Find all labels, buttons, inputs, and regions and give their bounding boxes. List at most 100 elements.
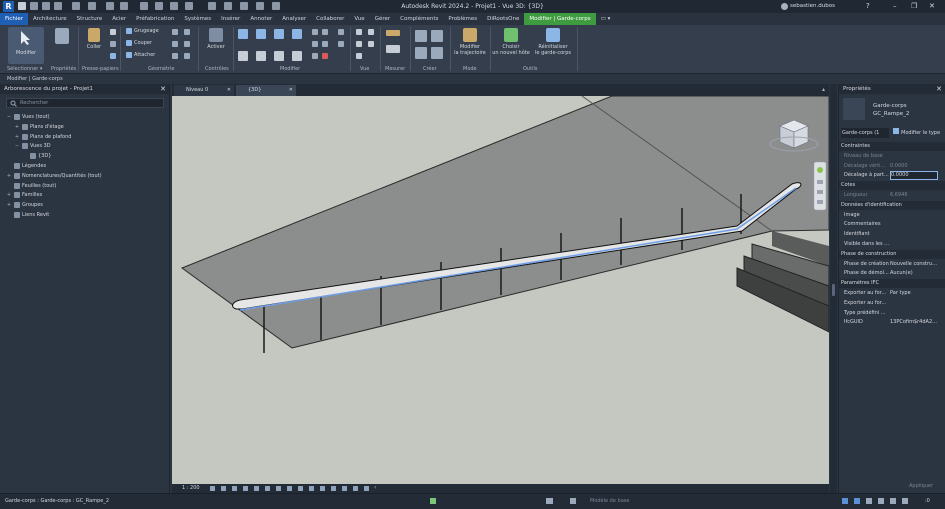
minimize-button[interactable]: –	[893, 2, 897, 10]
property-section[interactable]: Données d'identification	[839, 200, 945, 210]
help-icon[interactable]: ?	[866, 2, 870, 10]
tree-item[interactable]: + Familles	[6, 192, 42, 199]
detail-level-icon[interactable]	[210, 486, 215, 491]
property-row[interactable]: Commentaires	[839, 220, 945, 229]
properties-button[interactable]	[52, 28, 72, 46]
tree-item[interactable]: + Groupes	[6, 202, 43, 209]
override-icon[interactable]	[368, 29, 374, 35]
apply-button[interactable]: Appliquer	[909, 483, 933, 489]
attacher-button[interactable]: Attacher	[126, 52, 155, 58]
ribbon-options-icon[interactable]: ▭ ▾	[596, 13, 616, 25]
tab-fichier[interactable]: Fichier	[0, 13, 28, 25]
mirror-draw-icon[interactable]	[292, 29, 302, 39]
property-row[interactable]: Exporter au for... Par type	[839, 289, 945, 298]
hide-analytical-icon[interactable]	[331, 486, 336, 491]
temp-view-props-icon[interactable]	[320, 486, 325, 491]
tab-inserer[interactable]: Insérer	[216, 13, 245, 25]
reinitialiser-button[interactable]: Réinitialiser le garde-corps	[531, 28, 575, 56]
vertical-scrollbar[interactable]	[830, 84, 837, 493]
property-row[interactable]: Exporter au for...	[839, 299, 945, 308]
modify-tool-a-icon[interactable]	[338, 29, 344, 35]
tree-item[interactable]: − Vues 3D	[14, 143, 51, 150]
geometry-tool-5-icon[interactable]	[172, 53, 178, 59]
property-row[interactable]: Image	[839, 211, 945, 220]
tree-toggle-icon[interactable]: +	[6, 173, 12, 179]
modifier-trajectoire-button[interactable]: Modifier la trajectoire	[452, 28, 488, 56]
navigation-bar[interactable]	[813, 161, 827, 211]
crop-view-icon[interactable]	[265, 486, 270, 491]
tree-item[interactable]: Légendes	[6, 163, 46, 169]
geometry-tool-4-icon[interactable]	[184, 41, 190, 47]
maximize-button[interactable]: ❐	[911, 2, 917, 10]
property-value[interactable]: Par type	[890, 289, 911, 298]
create-group-icon[interactable]	[415, 47, 427, 59]
property-row[interactable]: Longueur 6.6946	[839, 191, 945, 200]
temp-hide-icon[interactable]	[298, 486, 303, 491]
shadows-icon[interactable]	[243, 486, 248, 491]
create-parts-icon[interactable]	[431, 30, 443, 42]
scroll-left-icon[interactable]: ‹	[374, 484, 376, 491]
browser-search-input[interactable]: Rechercher	[6, 98, 164, 108]
filter-icon[interactable]	[902, 498, 908, 504]
select-pinned-icon[interactable]	[866, 498, 872, 504]
design-options-icon[interactable]	[546, 498, 553, 504]
view-tabs-menu-icon[interactable]: ▴	[822, 86, 825, 93]
tab-systemes[interactable]: Systèmes	[179, 13, 216, 25]
tab-analyser[interactable]: Analyser	[277, 13, 311, 25]
split-gap-icon[interactable]	[322, 29, 328, 35]
tab-modifier-garde-corps[interactable]: Modifier | Garde-corps	[524, 13, 596, 25]
tab-complements[interactable]: Compléments	[395, 13, 443, 25]
instance-filter-select[interactable]: Garde-corps (1	[841, 128, 889, 138]
cut-icon[interactable]	[110, 29, 116, 35]
tab-architecture[interactable]: Architecture	[28, 13, 72, 25]
tree-toggle-icon[interactable]: −	[6, 114, 12, 120]
align-icon[interactable]	[238, 29, 248, 39]
reveal-hidden-icon[interactable]	[309, 486, 314, 491]
activer-button[interactable]: Activer	[202, 28, 230, 50]
tab-vue[interactable]: Vue	[349, 13, 369, 25]
tree-item[interactable]: + Plans d'étage	[14, 123, 64, 130]
modify-tool-b-icon[interactable]	[338, 41, 344, 47]
user-name[interactable]: sebastien.dubos	[790, 3, 835, 9]
copy-icon[interactable]	[110, 41, 116, 47]
view-graphics-icon[interactable]	[368, 41, 374, 47]
highlight-displacement-icon[interactable]	[342, 486, 347, 491]
tree-toggle-icon[interactable]: +	[6, 202, 12, 208]
property-value[interactable]: Nouvelle constru...	[890, 260, 937, 269]
visual-style-icon[interactable]	[221, 486, 226, 491]
main-model-icon[interactable]	[570, 498, 576, 504]
browser-close-icon[interactable]: ✕	[160, 84, 166, 94]
property-row[interactable]: Phase de création Nouvelle constru...	[839, 260, 945, 269]
pin-icon[interactable]	[312, 53, 318, 59]
hide-icon[interactable]	[356, 29, 362, 35]
property-row[interactable]: Visible dans les ...	[839, 240, 945, 249]
tab-structure[interactable]: Structure	[72, 13, 108, 25]
property-row[interactable]: Niveau de base	[839, 152, 945, 161]
property-value[interactable]: 13PCofim$r4dA2...	[890, 318, 937, 327]
select-by-face-icon[interactable]	[878, 498, 884, 504]
properties-close-icon[interactable]: ✕	[936, 84, 942, 94]
property-row[interactable]: Type prédéfini ...	[839, 309, 945, 318]
paint-icon[interactable]	[356, 41, 362, 47]
tab-prefabrication[interactable]: Préfabrication	[131, 13, 179, 25]
array-icon[interactable]	[312, 41, 318, 47]
property-section[interactable]: Phase de construction	[839, 249, 945, 259]
tree-item[interactable]: + Nomenclatures/Quantités (tout)	[6, 172, 102, 179]
workset-icon[interactable]	[430, 498, 436, 504]
reveal-constraints-icon[interactable]	[364, 486, 369, 491]
dimension-icon[interactable]	[386, 45, 400, 53]
tree-item[interactable]: + Plans de plafond	[14, 133, 71, 140]
property-value[interactable]: 0.0000	[890, 162, 908, 171]
close-button[interactable]: ✕	[929, 2, 935, 10]
sun-path-icon[interactable]	[232, 486, 237, 491]
geometry-tool-1-icon[interactable]	[172, 29, 178, 35]
geometry-tool-6-icon[interactable]	[184, 53, 190, 59]
design-option-select[interactable]: Modèle de base	[590, 494, 629, 508]
render-icon[interactable]	[254, 486, 259, 491]
tree-toggle-icon[interactable]: −	[14, 143, 20, 149]
unlock-3d-icon[interactable]	[287, 486, 292, 491]
grugeage-button[interactable]: Grugeage	[126, 28, 159, 34]
drag-elements-icon[interactable]	[890, 498, 896, 504]
tree-item[interactable]: {3D}	[22, 153, 51, 160]
geometry-tool-2-icon[interactable]	[184, 29, 190, 35]
